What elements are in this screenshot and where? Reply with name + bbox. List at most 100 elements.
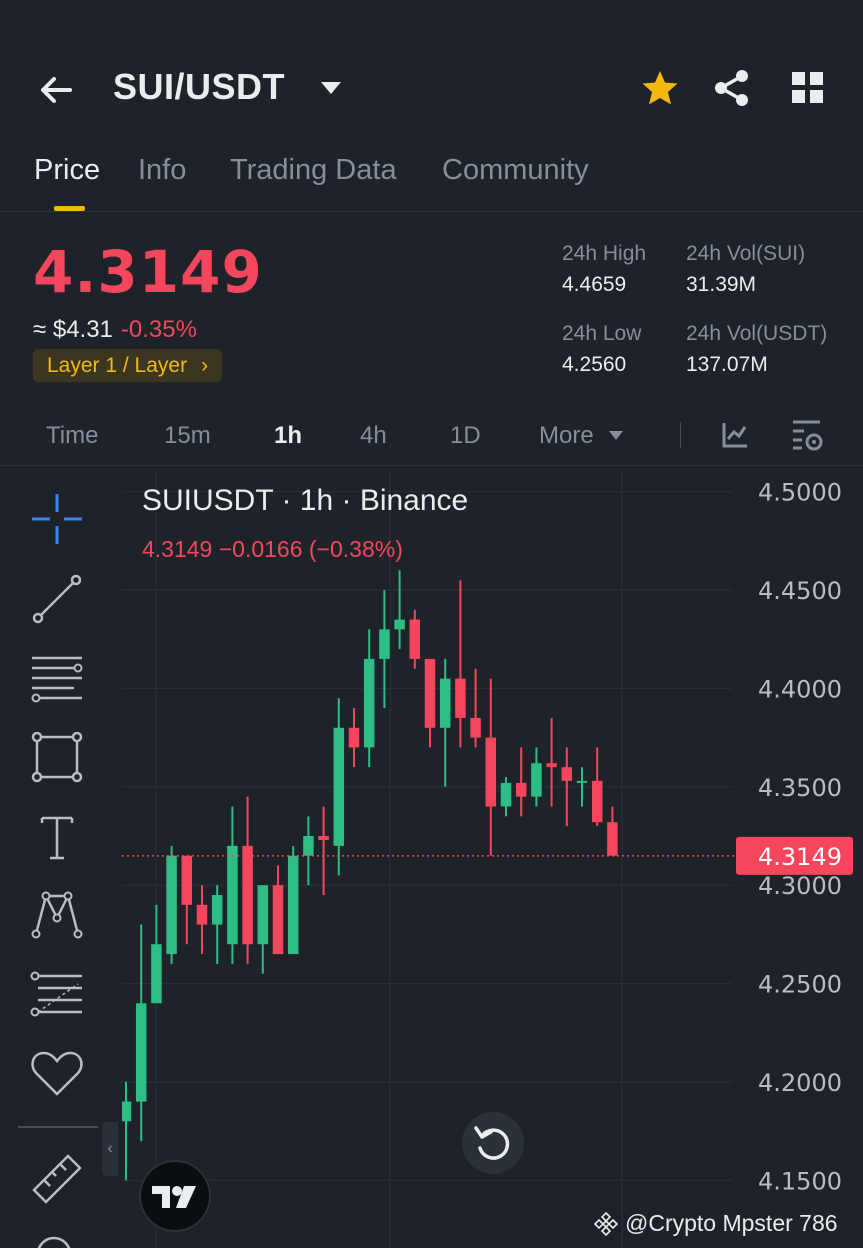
top-bar: SUI/USDT xyxy=(0,0,863,140)
change-percent: -0.35% xyxy=(120,316,197,343)
y-tick-label: 4.2000 xyxy=(758,1069,842,1097)
pattern-icon[interactable] xyxy=(28,884,86,942)
candle-body xyxy=(607,822,618,856)
y-tick-label: 4.5000 xyxy=(758,479,842,507)
star-icon[interactable] xyxy=(640,68,680,108)
interval-1d[interactable]: 1D xyxy=(450,422,481,450)
y-tick-label: 4.3500 xyxy=(758,774,842,802)
parallel-lines-icon[interactable] xyxy=(28,648,86,706)
crosshair-icon[interactable] xyxy=(28,490,86,548)
vol-sui-label: 24h Vol(SUI) xyxy=(686,242,806,265)
candle-body xyxy=(348,727,360,748)
share-icon[interactable] xyxy=(712,68,752,108)
tab-trading-data[interactable]: Trading Data xyxy=(230,154,397,187)
grid-icon[interactable] xyxy=(790,70,826,106)
section-tabs: Price Info Trading Data Community xyxy=(0,150,863,212)
trend-line-icon[interactable] xyxy=(28,570,86,628)
category-tag-label: Layer 1 / Layer xyxy=(47,354,188,377)
candle-body xyxy=(470,717,481,738)
zoom-icon[interactable] xyxy=(28,1228,86,1248)
low-value: 4.2560 xyxy=(562,353,627,376)
tab-price[interactable]: Price xyxy=(34,154,100,187)
chevron-right-icon: › xyxy=(201,354,209,377)
candle-body xyxy=(242,845,253,945)
reset-view-icon[interactable] xyxy=(462,1112,524,1174)
vol-usdt-label: 24h Vol(USDT) xyxy=(686,322,828,345)
interval-4h[interactable]: 4h xyxy=(360,422,387,450)
y-tick-label: 4.1500 xyxy=(758,1167,842,1195)
candle-body xyxy=(287,855,299,955)
candle-body xyxy=(181,855,193,905)
low-label: 24h Low xyxy=(562,322,642,345)
candle-body xyxy=(166,855,177,955)
interval-more[interactable]: More xyxy=(539,422,594,450)
candle-body xyxy=(531,763,542,797)
candle-body xyxy=(561,767,573,781)
candle-body xyxy=(485,737,497,807)
candle-body xyxy=(303,836,314,856)
candle-body xyxy=(576,780,588,783)
candle-body xyxy=(122,1101,132,1122)
last-price-label: 4.3149 xyxy=(758,843,842,871)
usd-equivalent: ≈ $4.31 xyxy=(33,316,113,343)
binance-logo-icon xyxy=(593,1211,619,1236)
candle-body xyxy=(257,885,269,945)
vol-sui-value: 31.39M xyxy=(686,273,757,296)
chart-ohlc-line: 4.3149 −0.0166 (−0.38%) xyxy=(142,536,403,562)
watermark-text: @Crypto Mpster 786 xyxy=(625,1210,838,1236)
toolbar-divider xyxy=(18,1126,98,1128)
candle-body xyxy=(591,780,603,823)
candle-body xyxy=(363,658,375,748)
price-sub-line: ≈ $4.31 -0.35% xyxy=(33,316,197,344)
y-tick-label: 4.3000 xyxy=(758,872,842,900)
y-tick-label: 4.4500 xyxy=(758,577,842,605)
ruler-icon[interactable] xyxy=(28,1150,86,1208)
last-price: 4.3149 xyxy=(33,238,263,306)
interval-1h[interactable]: 1h xyxy=(274,422,302,450)
tradingview-logo[interactable] xyxy=(139,1160,211,1232)
candle-body xyxy=(379,629,390,659)
candle-body xyxy=(500,782,512,807)
candle-body xyxy=(455,678,466,718)
y-tick-label: 4.2500 xyxy=(758,971,842,999)
category-tag[interactable]: Layer 1 / Layer › xyxy=(33,349,223,382)
pair-selector[interactable]: SUI/USDT xyxy=(113,66,285,108)
active-tab-indicator xyxy=(54,206,85,211)
tab-community[interactable]: Community xyxy=(442,154,589,187)
heart-icon[interactable] xyxy=(28,1044,86,1102)
chart-title: SUIUSDT · 1h · Binance xyxy=(142,484,469,517)
high-label: 24h High xyxy=(562,242,647,265)
candle-body xyxy=(196,904,208,925)
candle-body xyxy=(318,836,329,840)
interval-15m[interactable]: 15m xyxy=(164,422,211,450)
interval-divider xyxy=(680,422,681,448)
candle-body xyxy=(439,678,451,728)
candle-body xyxy=(272,885,284,955)
candle-body xyxy=(394,619,405,630)
candle-body xyxy=(151,944,162,1004)
candle-body xyxy=(333,727,345,846)
candle-body xyxy=(515,782,527,797)
candle-body xyxy=(211,895,223,925)
indicator-icon[interactable] xyxy=(720,420,750,450)
interval-bar: Time 15m 1h 4h 1D More xyxy=(0,410,863,466)
y-tick-label: 4.4000 xyxy=(758,675,842,703)
text-tool-icon[interactable] xyxy=(28,808,86,866)
high-value: 4.4659 xyxy=(562,273,627,296)
candle-body xyxy=(135,1003,147,1102)
candle-body xyxy=(546,763,557,768)
interval-time[interactable]: Time xyxy=(46,422,98,450)
candle-body xyxy=(409,619,421,659)
watermark: @Crypto Mpster 786 xyxy=(593,1210,838,1237)
back-arrow-icon[interactable] xyxy=(36,70,76,110)
chart-settings-icon[interactable] xyxy=(790,418,824,452)
rectangle-icon[interactable] xyxy=(28,728,86,786)
chevron-down-icon[interactable] xyxy=(320,80,342,96)
vol-usdt-value: 137.07M xyxy=(686,353,768,376)
candle-body xyxy=(424,658,436,728)
collapse-toolbar-button[interactable]: ‹ xyxy=(102,1122,118,1176)
fib-retracement-icon[interactable] xyxy=(28,964,86,1022)
more-caret-icon[interactable] xyxy=(608,430,624,442)
tab-info[interactable]: Info xyxy=(138,154,186,187)
candle-body xyxy=(227,845,238,945)
